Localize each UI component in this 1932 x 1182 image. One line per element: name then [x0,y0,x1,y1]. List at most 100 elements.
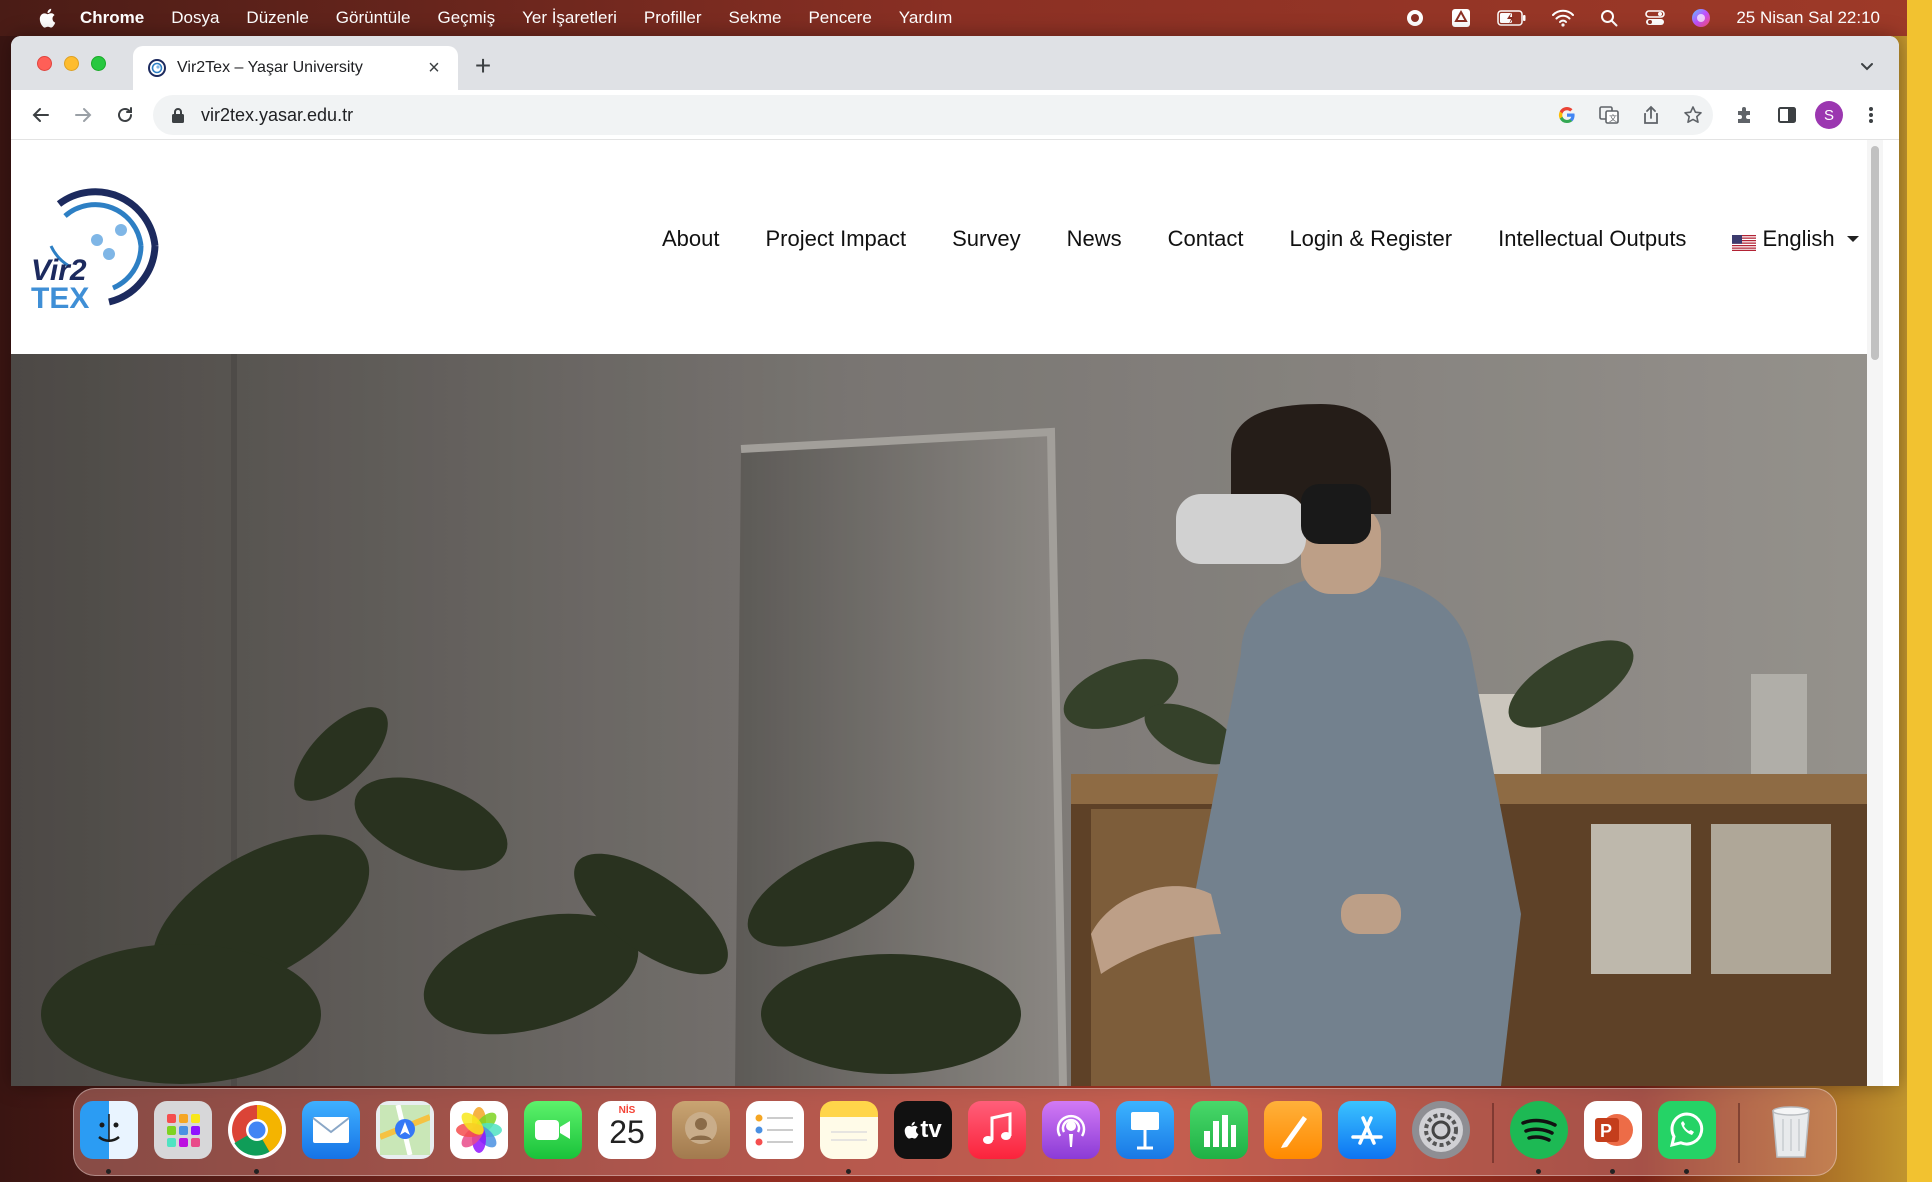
tab-title: Vir2Tex – Yaşar University [177,59,363,76]
url-text[interactable]: vir2tex.yasar.edu.tr [201,105,353,126]
new-tab-button[interactable]: + [469,52,497,81]
menu-bar: Chrome Dosya Düzenle Görüntüle Geçmiş Ye… [0,0,1932,36]
spotify-running-dot [1536,1169,1541,1174]
tab-active[interactable]: Vir2Tex – Yaşar University × [133,46,458,90]
address-bar[interactable]: vir2tex.yasar.edu.tr 文 [153,95,1713,135]
nav-survey[interactable]: Survey [952,226,1020,252]
caret-down-icon [1846,236,1859,242]
share-icon[interactable] [1639,103,1663,127]
app-store-icon[interactable] [1338,1101,1396,1159]
back-arrow-icon [32,108,49,122]
lock-icon[interactable] [171,107,187,123]
record-icon[interactable] [1404,7,1426,29]
page-scrollbar[interactable] [1867,140,1883,1086]
podcasts-icon[interactable] [1042,1101,1100,1159]
back-button[interactable] [23,97,59,133]
dock: NİS 25 tv P [73,1088,1837,1176]
notes-running-dot [846,1169,851,1174]
google-lens-icon[interactable] [1555,103,1579,127]
close-tab-icon[interactable]: × [424,58,444,78]
launchpad-icon[interactable] [154,1101,212,1159]
menu-window[interactable]: Pencere [808,8,871,28]
side-panel-icon[interactable] [1773,97,1801,133]
drive-icon[interactable] [1450,7,1472,29]
pages-icon[interactable] [1264,1101,1322,1159]
apple-tv-label: tv [920,1116,942,1143]
extensions-puzzle-icon[interactable] [1731,97,1759,133]
control-center-icon[interactable] [1644,7,1666,29]
search-icon[interactable] [1598,7,1620,29]
more-menu-icon[interactable] [1857,97,1885,133]
music-icon[interactable] [968,1101,1026,1159]
facetime-icon[interactable] [524,1101,582,1159]
language-label: English [1762,226,1835,251]
contacts-icon[interactable] [672,1101,730,1159]
finder-icon[interactable] [80,1101,138,1159]
reminders-icon[interactable] [746,1101,804,1159]
svg-text:文: 文 [1609,113,1617,123]
translate-icon[interactable]: 文 [1597,103,1621,127]
tab-search-chevron-icon[interactable] [1857,56,1877,76]
maps-icon[interactable] [376,1101,434,1159]
photos-icon[interactable] [450,1101,508,1159]
nav-about[interactable]: About [662,226,720,252]
bookmark-star-icon[interactable] [1681,103,1705,127]
numbers-icon[interactable] [1190,1101,1248,1159]
language-selector[interactable]: English [1732,226,1859,252]
desktop-edge [1907,0,1932,1182]
reload-button[interactable] [107,97,143,133]
svg-text:TEX: TEX [31,282,89,312]
hero-illustration [11,354,1879,1086]
calendar-day: 25 [609,1114,645,1150]
menu-clock[interactable]: 25 Nisan Sal 22:10 [1736,8,1880,28]
web-page: Vir2 TEX About Project Impact Survey New… [11,140,1883,1086]
nav-contact[interactable]: Contact [1168,226,1244,252]
menu-help[interactable]: Yardım [899,8,953,28]
wifi-icon[interactable] [1552,7,1575,29]
trash-icon[interactable] [1762,1101,1820,1159]
omnibox-actions: 文 [1555,103,1705,127]
scrollbar-thumb[interactable] [1871,146,1879,360]
toolbar-right: S [1731,97,1885,133]
us-flag-icon [1732,231,1757,251]
menu-edit[interactable]: Düzenle [246,8,308,28]
nav-login-register[interactable]: Login & Register [1289,226,1452,252]
menu-file[interactable]: Dosya [171,8,219,28]
nav-intellectual-outputs[interactable]: Intellectual Outputs [1498,226,1686,252]
nav-news[interactable]: News [1067,226,1122,252]
site-favicon-icon [147,58,167,78]
whatsapp-icon[interactable] [1658,1101,1716,1159]
powerpoint-icon[interactable]: P [1584,1101,1642,1159]
spotify-icon[interactable] [1510,1101,1568,1159]
notes-icon[interactable] [820,1101,878,1159]
vir2tex-logo[interactable]: Vir2 TEX [29,180,165,315]
siri-icon[interactable] [1690,7,1712,29]
close-window-button[interactable] [37,56,52,71]
chrome-running-dot [254,1169,259,1174]
calendar-icon[interactable]: NİS 25 [598,1101,656,1159]
profile-avatar[interactable]: S [1815,101,1843,129]
chrome-icon[interactable] [228,1101,286,1159]
zoom-window-button[interactable] [91,56,106,71]
finder-running-dot [106,1169,111,1174]
dock-separator [1492,1103,1494,1163]
menu-view[interactable]: Görüntüle [336,8,411,28]
apple-menu-icon[interactable] [36,6,60,30]
apple-tv-icon[interactable]: tv [894,1101,952,1159]
menu-tab[interactable]: Sekme [729,8,782,28]
menu-history[interactable]: Geçmiş [437,8,495,28]
menu-bookmarks[interactable]: Yer İşaretleri [522,8,617,28]
nav-project-impact[interactable]: Project Impact [766,226,907,252]
minimize-window-button[interactable] [64,56,79,71]
forward-button[interactable] [65,97,101,133]
browser-window: Vir2Tex – Yaşar University × + vir2tex.y… [11,36,1899,1086]
system-settings-icon[interactable] [1412,1101,1470,1159]
menu-app-name[interactable]: Chrome [80,8,144,28]
reload-icon [118,107,132,122]
keynote-icon[interactable] [1116,1101,1174,1159]
whatsapp-running-dot [1684,1169,1689,1174]
window-controls [37,56,106,71]
menu-profiles[interactable]: Profiller [644,8,702,28]
battery-icon[interactable] [1496,7,1528,29]
mail-icon[interactable] [302,1101,360,1159]
